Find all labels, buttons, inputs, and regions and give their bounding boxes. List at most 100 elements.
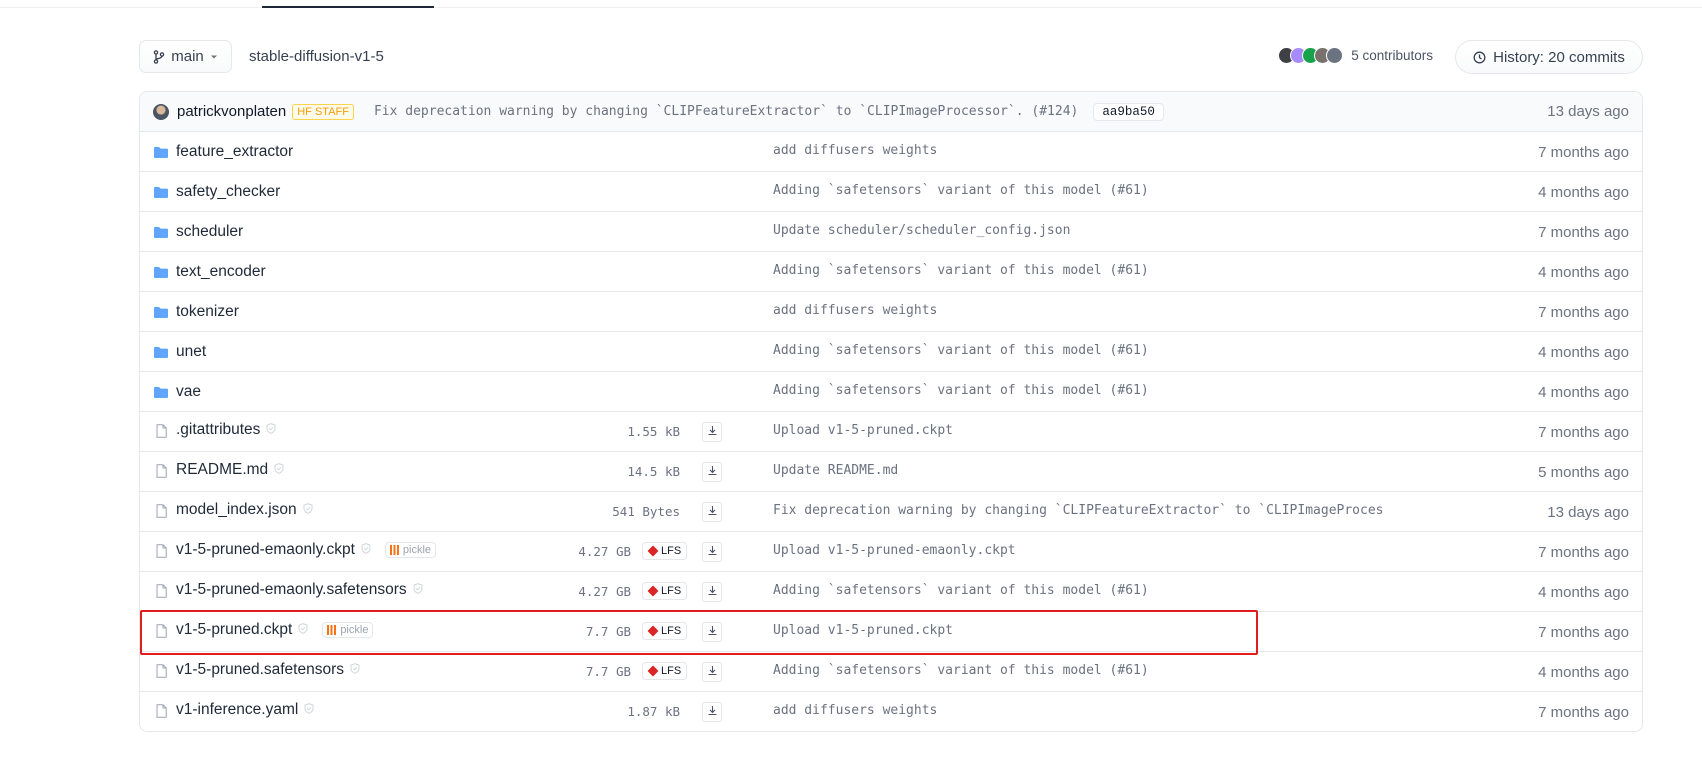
- safe-scan-icon: [413, 581, 423, 599]
- file-name[interactable]: .gitattributes: [176, 421, 260, 439]
- top-nav-border: [0, 0, 1702, 8]
- clock-icon: [1473, 51, 1486, 63]
- file-name[interactable]: v1-inference.yaml: [176, 701, 298, 719]
- download-button[interactable]: [702, 542, 722, 562]
- file-name-group: model_index.json: [176, 501, 313, 519]
- folder-row[interactable]: tokenizer add diffusers weights 7 months a…: [140, 292, 1642, 332]
- download-button[interactable]: [702, 662, 722, 682]
- download-button[interactable]: [702, 502, 722, 522]
- file-name-group: README.md: [176, 461, 284, 479]
- lfs-icon: [647, 545, 659, 557]
- branch-icon: [153, 49, 165, 64]
- folder-name[interactable]: vae: [176, 383, 201, 401]
- folder-name[interactable]: safety_checker: [176, 183, 280, 201]
- file-icon: [156, 464, 167, 483]
- commit-message[interactable]: Update scheduler/scheduler_config.json: [773, 223, 1383, 238]
- avatar[interactable]: [153, 103, 169, 120]
- file-icon: [156, 664, 167, 683]
- lfs-label: LFS: [661, 545, 682, 557]
- staff-badge: HF STAFF: [292, 103, 354, 120]
- file-row[interactable]: v1-5-pruned-emaonly.ckpt pickle 4.27 GB LFS…: [140, 532, 1642, 572]
- file-icon: [156, 584, 167, 603]
- safe-scan-icon: [361, 541, 371, 559]
- file-name[interactable]: README.md: [176, 461, 268, 479]
- file-row[interactable]: v1-5-pruned-emaonly.safetensors 4.27 GB LF…: [140, 572, 1642, 612]
- safe-scan-icon: [274, 461, 284, 479]
- commit-time: 4 months ago: [1538, 664, 1629, 681]
- folder-name[interactable]: text_encoder: [176, 263, 266, 281]
- commit-time: 7 months ago: [1538, 704, 1629, 721]
- folder-icon: [154, 145, 168, 163]
- commit-message[interactable]: Fix deprecation warning by changing `CLI…: [773, 503, 1383, 518]
- file-name[interactable]: v1-5-pruned.safetensors: [176, 661, 344, 679]
- commit-message[interactable]: Adding `safetensors` variant of this mod…: [773, 663, 1383, 678]
- commit-message[interactable]: add diffusers weights: [773, 303, 1383, 318]
- commit-message[interactable]: Adding `safetensors` variant of this mod…: [773, 263, 1383, 278]
- commit-time: 4 months ago: [1538, 384, 1629, 401]
- file-icon: [156, 424, 167, 443]
- download-icon: [707, 703, 718, 721]
- repo-toolbar: main stable-diffusion-v1-5 5 contributor…: [139, 40, 1643, 74]
- folder-row[interactable]: vae Adding `safetensors` variant of this …: [140, 372, 1642, 412]
- file-size: 1.87 kB: [627, 704, 680, 719]
- commit-author[interactable]: patrickvonplaten: [177, 103, 286, 120]
- history-button[interactable]: History: 20 commits: [1455, 40, 1643, 74]
- branch-label: main: [171, 48, 204, 65]
- folder-row[interactable]: unet Adding `safetensors` variant of this…: [140, 332, 1642, 372]
- file-row[interactable]: .gitattributes 1.55 kB Upload v1-5-pruned.…: [140, 412, 1642, 452]
- download-button[interactable]: [702, 462, 722, 482]
- commit-message[interactable]: Fix deprecation warning by changing `CLI…: [374, 104, 1078, 119]
- download-button[interactable]: [702, 422, 722, 442]
- download-button[interactable]: [702, 582, 722, 602]
- file-icon: [156, 704, 167, 723]
- commit-time: 7 months ago: [1538, 224, 1629, 241]
- contributors-count: 5 contributors: [1351, 48, 1433, 63]
- active-tab-underline: [262, 6, 434, 8]
- safe-scan-icon: [304, 701, 314, 719]
- lfs-icon: [647, 585, 659, 597]
- commit-time: 13 days ago: [1547, 103, 1629, 120]
- folder-name[interactable]: feature_extractor: [176, 143, 293, 161]
- folder-name[interactable]: tokenizer: [176, 303, 239, 321]
- repo-path[interactable]: stable-diffusion-v1-5: [249, 48, 384, 65]
- folder-row[interactable]: scheduler Update scheduler/scheduler_conf…: [140, 212, 1642, 252]
- folder-name[interactable]: unet: [176, 343, 206, 361]
- file-icon: [156, 544, 167, 563]
- download-icon: [707, 503, 718, 521]
- folder-row[interactable]: text_encoder Adding `safetensors` variant…: [140, 252, 1642, 292]
- file-row[interactable]: v1-inference.yaml 1.87 kB add diffusers we…: [140, 692, 1642, 731]
- file-name[interactable]: model_index.json: [176, 501, 297, 519]
- file-name[interactable]: v1-5-pruned-emaonly.ckpt: [176, 541, 355, 559]
- commit-message[interactable]: Adding `safetensors` variant of this mod…: [773, 343, 1383, 358]
- commit-message[interactable]: Adding `safetensors` variant of this mod…: [773, 383, 1383, 398]
- commit-time: 7 months ago: [1538, 424, 1629, 441]
- commit-message[interactable]: Adding `safetensors` variant of this mod…: [773, 583, 1383, 598]
- commit-message[interactable]: add diffusers weights: [773, 703, 1383, 718]
- file-row[interactable]: model_index.json 541 Bytes Fix deprecation…: [140, 492, 1642, 532]
- pickle-icon: [389, 545, 400, 555]
- file-row[interactable]: README.md 14.5 kB Update README.md 5 months…: [140, 452, 1642, 492]
- folder-row[interactable]: safety_checker Adding `safetensors` varia…: [140, 172, 1642, 212]
- folder-name[interactable]: scheduler: [176, 223, 243, 241]
- file-name[interactable]: v1-5-pruned-emaonly.safetensors: [176, 581, 407, 599]
- file-row[interactable]: v1-5-pruned.safetensors 7.7 GB LFS Adding `…: [140, 652, 1642, 692]
- download-button[interactable]: [702, 702, 722, 722]
- last-commit-header: patrickvonplaten HF STAFF Fix deprecatio…: [140, 92, 1642, 132]
- file-icon: [156, 504, 167, 523]
- contributors-link[interactable]: 5 contributors: [1278, 47, 1433, 64]
- commit-hash[interactable]: aa9ba50: [1093, 102, 1164, 121]
- branch-selector[interactable]: main: [139, 40, 232, 73]
- file-size: 541 Bytes: [612, 504, 680, 519]
- folder-row[interactable]: feature_extractor add diffusers weights 7 …: [140, 132, 1642, 172]
- commit-message[interactable]: add diffusers weights: [773, 143, 1383, 158]
- folder-icon: [154, 305, 168, 323]
- download-icon: [707, 543, 718, 561]
- commit-message[interactable]: Upload v1-5-pruned.ckpt: [773, 423, 1383, 438]
- commit-message[interactable]: Upload v1-5-pruned-emaonly.ckpt: [773, 543, 1383, 558]
- commit-message[interactable]: Update README.md: [773, 463, 1383, 478]
- folder-icon: [154, 265, 168, 283]
- commit-message[interactable]: Adding `safetensors` variant of this mod…: [773, 183, 1383, 198]
- safe-scan-icon: [350, 661, 360, 679]
- pickle-badge[interactable]: pickle: [384, 542, 437, 558]
- file-size: 1.55 kB: [627, 424, 680, 439]
